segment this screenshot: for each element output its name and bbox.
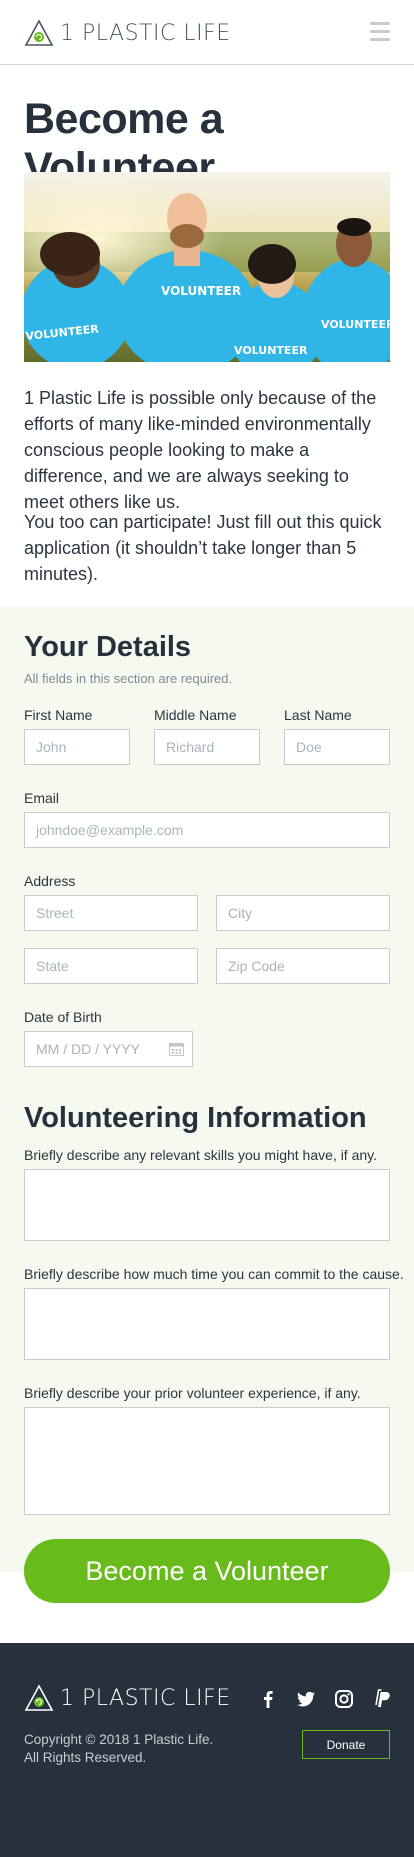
copyright-text: Copyright © 2018 1 Plastic Life. All Rig… xyxy=(24,1731,213,1767)
hamburger-icon[interactable] xyxy=(370,22,390,42)
state-input[interactable]: State xyxy=(24,948,198,984)
site-footer: 1 PLASTIC LIFE Copyright © 2018 1 Plasti… xyxy=(0,1643,414,1857)
intro-paragraph: 1 Plastic Life is possible only because … xyxy=(24,388,377,512)
time-commitment-label: Briefly describe how much time you can c… xyxy=(24,1266,404,1282)
intro-paragraph-cta: You too can participate! Just fill out t… xyxy=(24,512,382,584)
recycle-triangle-icon xyxy=(24,19,54,46)
copyright-line: Copyright © 2018 1 Plastic Life. xyxy=(24,1732,214,1747)
recycle-triangle-icon xyxy=(24,1684,54,1711)
footer-brand-name: 1 PLASTIC LIFE xyxy=(60,1685,231,1711)
zip-code-input[interactable]: Zip Code xyxy=(216,948,390,984)
volunteering-info-title: Volunteering Information xyxy=(24,1102,367,1134)
experience-label: Briefly describe your prior volunteer ex… xyxy=(24,1385,361,1401)
donate-button[interactable]: Donate xyxy=(302,1730,390,1759)
twitter-icon[interactable] xyxy=(296,1689,316,1709)
header-logo[interactable]: 1 PLASTIC LIFE xyxy=(24,18,231,48)
facebook-icon[interactable] xyxy=(258,1689,278,1709)
your-details-title: Your Details xyxy=(24,631,192,663)
last-name-label: Last Name xyxy=(284,707,352,723)
dob-label: Date of Birth xyxy=(24,1009,102,1025)
time-commitment-textarea[interactable] xyxy=(24,1288,390,1360)
email-label: Email xyxy=(24,790,60,806)
first-name-input[interactable]: John xyxy=(24,729,130,765)
paypal-icon[interactable] xyxy=(372,1689,392,1709)
street-input[interactable]: Street xyxy=(24,895,198,931)
calendar-icon[interactable] xyxy=(169,1043,184,1056)
become-volunteer-button[interactable]: Become a Volunteer xyxy=(24,1539,390,1603)
email-input[interactable]: johndoe@example.com xyxy=(24,812,390,848)
shirt-text: VOLUNTEER xyxy=(234,344,308,357)
instagram-icon[interactable] xyxy=(334,1689,354,1709)
brand-name: 1 PLASTIC LIFE xyxy=(60,20,231,46)
city-input[interactable]: City xyxy=(216,895,390,931)
shirt-text: VOLUNTEER xyxy=(161,284,241,298)
footer-logo[interactable]: 1 PLASTIC LIFE xyxy=(24,1683,231,1713)
last-name-input[interactable]: Doe xyxy=(284,729,390,765)
address-label: Address xyxy=(24,873,76,889)
skills-label: Briefly describe any relevant skills you… xyxy=(24,1147,378,1163)
volunteers-photo: VOLUNTEER VOLUNTEER VOLUNTEER VOLUNTEER xyxy=(24,172,390,362)
middle-name-input[interactable]: Richard xyxy=(154,729,260,765)
experience-textarea[interactable] xyxy=(24,1407,390,1515)
site-header: 1 PLASTIC LIFE xyxy=(0,0,414,65)
copyright-line: All Rights Reserved. xyxy=(24,1750,147,1765)
middle-name-label: Middle Name xyxy=(154,707,237,723)
required-hint: All fields in this section are required. xyxy=(24,671,233,686)
dob-placeholder: MM / DD / YYYY xyxy=(36,1041,140,1057)
shirt-text: VOLUNTEER xyxy=(321,318,390,331)
dob-input[interactable]: MM / DD / YYYY xyxy=(24,1031,193,1067)
first-name-label: First Name xyxy=(24,707,93,723)
application-form: Your Details All fields in this section … xyxy=(0,607,414,1572)
skills-textarea[interactable] xyxy=(24,1169,390,1241)
